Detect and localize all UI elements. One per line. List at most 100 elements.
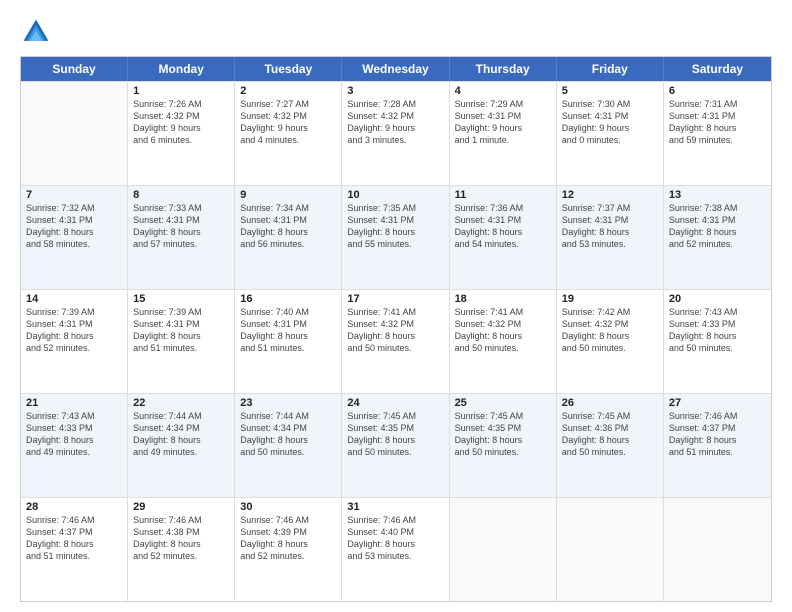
calendar-cell: 8Sunrise: 7:33 AMSunset: 4:31 PMDaylight…	[128, 186, 235, 289]
cell-info-line: and 1 minute.	[455, 134, 551, 146]
cell-info-line: and 50 minutes.	[455, 342, 551, 354]
day-number: 31	[347, 501, 443, 513]
cell-info-line: Sunset: 4:31 PM	[133, 214, 229, 226]
calendar-cell: 12Sunrise: 7:37 AMSunset: 4:31 PMDayligh…	[557, 186, 664, 289]
cell-info-line: Sunset: 4:40 PM	[347, 526, 443, 538]
calendar-cell	[450, 498, 557, 601]
calendar-cell: 25Sunrise: 7:45 AMSunset: 4:35 PMDayligh…	[450, 394, 557, 497]
cell-info-line: Sunset: 4:36 PM	[562, 422, 658, 434]
day-number: 8	[133, 189, 229, 201]
day-number: 11	[455, 189, 551, 201]
cell-info-line: Sunset: 4:32 PM	[347, 318, 443, 330]
calendar-cell: 24Sunrise: 7:45 AMSunset: 4:35 PMDayligh…	[342, 394, 449, 497]
cell-info-line: and 52 minutes.	[669, 238, 766, 250]
cell-info-line: Sunset: 4:32 PM	[133, 110, 229, 122]
cell-info-line: and 58 minutes.	[26, 238, 122, 250]
calendar-cell: 22Sunrise: 7:44 AMSunset: 4:34 PMDayligh…	[128, 394, 235, 497]
calendar-row: 7Sunrise: 7:32 AMSunset: 4:31 PMDaylight…	[21, 185, 771, 289]
calendar-cell: 27Sunrise: 7:46 AMSunset: 4:37 PMDayligh…	[664, 394, 771, 497]
cell-info-line: Sunset: 4:35 PM	[455, 422, 551, 434]
cell-info-line: Sunrise: 7:41 AM	[347, 306, 443, 318]
calendar-cell: 10Sunrise: 7:35 AMSunset: 4:31 PMDayligh…	[342, 186, 449, 289]
day-number: 23	[240, 397, 336, 409]
cell-info-line: Sunrise: 7:35 AM	[347, 202, 443, 214]
calendar-cell	[664, 498, 771, 601]
cell-info-line: Sunset: 4:38 PM	[133, 526, 229, 538]
calendar-cell: 31Sunrise: 7:46 AMSunset: 4:40 PMDayligh…	[342, 498, 449, 601]
cell-info-line: Daylight: 8 hours	[26, 434, 122, 446]
calendar-cell: 19Sunrise: 7:42 AMSunset: 4:32 PMDayligh…	[557, 290, 664, 393]
cell-info-line: Sunrise: 7:33 AM	[133, 202, 229, 214]
calendar-cell: 17Sunrise: 7:41 AMSunset: 4:32 PMDayligh…	[342, 290, 449, 393]
cell-info-line: Sunrise: 7:39 AM	[26, 306, 122, 318]
day-number: 9	[240, 189, 336, 201]
cell-info-line: Sunrise: 7:44 AM	[240, 410, 336, 422]
cell-info-line: Sunrise: 7:46 AM	[669, 410, 766, 422]
cell-info-line: and 57 minutes.	[133, 238, 229, 250]
cell-info-line: and 49 minutes.	[133, 446, 229, 458]
cell-info-line: Sunset: 4:37 PM	[669, 422, 766, 434]
calendar-cell: 23Sunrise: 7:44 AMSunset: 4:34 PMDayligh…	[235, 394, 342, 497]
cell-info-line: Sunset: 4:32 PM	[240, 110, 336, 122]
day-number: 14	[26, 293, 122, 305]
cell-info-line: and 50 minutes.	[455, 446, 551, 458]
cell-info-line: Daylight: 8 hours	[240, 434, 336, 446]
cell-info-line: Sunrise: 7:26 AM	[133, 98, 229, 110]
day-number: 20	[669, 293, 766, 305]
cell-info-line: Daylight: 8 hours	[347, 538, 443, 550]
cell-info-line: Sunset: 4:31 PM	[26, 318, 122, 330]
calendar-cell	[21, 82, 128, 185]
day-number: 1	[133, 85, 229, 97]
day-number: 27	[669, 397, 766, 409]
cell-info-line: Daylight: 8 hours	[562, 226, 658, 238]
calendar-row: 21Sunrise: 7:43 AMSunset: 4:33 PMDayligh…	[21, 393, 771, 497]
cell-info-line: Sunset: 4:37 PM	[26, 526, 122, 538]
calendar-cell: 28Sunrise: 7:46 AMSunset: 4:37 PMDayligh…	[21, 498, 128, 601]
cell-info-line: Sunrise: 7:28 AM	[347, 98, 443, 110]
cell-info-line: and 56 minutes.	[240, 238, 336, 250]
cell-info-line: Daylight: 8 hours	[133, 226, 229, 238]
cell-info-line: and 52 minutes.	[26, 342, 122, 354]
cell-info-line: and 6 minutes.	[133, 134, 229, 146]
calendar: SundayMondayTuesdayWednesdayThursdayFrid…	[20, 56, 772, 602]
day-number: 21	[26, 397, 122, 409]
cell-info-line: Sunset: 4:32 PM	[562, 318, 658, 330]
cell-info-line: and 0 minutes.	[562, 134, 658, 146]
cell-info-line: Daylight: 8 hours	[26, 226, 122, 238]
cell-info-line: Sunrise: 7:32 AM	[26, 202, 122, 214]
calendar-cell: 15Sunrise: 7:39 AMSunset: 4:31 PMDayligh…	[128, 290, 235, 393]
calendar-header-cell: Sunday	[21, 57, 128, 81]
calendar-row: 14Sunrise: 7:39 AMSunset: 4:31 PM Dayligh…	[21, 289, 771, 393]
cell-info-line: Sunrise: 7:46 AM	[347, 514, 443, 526]
cell-info-line: Daylight: 8 hours	[562, 434, 658, 446]
cell-info-line: Daylight: 8 hours	[455, 226, 551, 238]
calendar-cell: 14Sunrise: 7:39 AMSunset: 4:31 PMDayligh…	[21, 290, 128, 393]
cell-info-line: Sunset: 4:31 PM	[669, 110, 766, 122]
calendar-cell: 3Sunrise: 7:28 AMSunset: 4:32 PMDaylight…	[342, 82, 449, 185]
cell-info-line: Daylight: 9 hours	[347, 122, 443, 134]
cell-info-line: Sunrise: 7:45 AM	[455, 410, 551, 422]
day-number: 15	[133, 293, 229, 305]
cell-info-line: Daylight: 8 hours	[133, 538, 229, 550]
day-number: 19	[562, 293, 658, 305]
cell-info-line: and 51 minutes.	[669, 446, 766, 458]
header	[20, 16, 772, 48]
cell-info-line: and 50 minutes.	[347, 342, 443, 354]
cell-info-line: Sunrise: 7:38 AM	[669, 202, 766, 214]
day-number: 7	[26, 189, 122, 201]
cell-info-line: Sunset: 4:31 PM	[347, 214, 443, 226]
calendar-cell: 7Sunrise: 7:32 AMSunset: 4:31 PMDaylight…	[21, 186, 128, 289]
cell-info-line: and 53 minutes.	[562, 238, 658, 250]
day-number: 25	[455, 397, 551, 409]
cell-info-line: and 50 minutes.	[562, 342, 658, 354]
calendar-cell: 26Sunrise: 7:45 AMSunset: 4:36 PMDayligh…	[557, 394, 664, 497]
cell-info-line: Sunrise: 7:31 AM	[669, 98, 766, 110]
calendar-header: SundayMondayTuesdayWednesdayThursdayFrid…	[21, 57, 771, 81]
page: SundayMondayTuesdayWednesdayThursdayFrid…	[0, 0, 792, 612]
cell-info-line: and 52 minutes.	[240, 550, 336, 562]
cell-info-line: Sunrise: 7:45 AM	[562, 410, 658, 422]
cell-info-line: Daylight: 8 hours	[455, 330, 551, 342]
calendar-header-cell: Tuesday	[235, 57, 342, 81]
cell-info-line: Daylight: 8 hours	[240, 330, 336, 342]
day-number: 30	[240, 501, 336, 513]
